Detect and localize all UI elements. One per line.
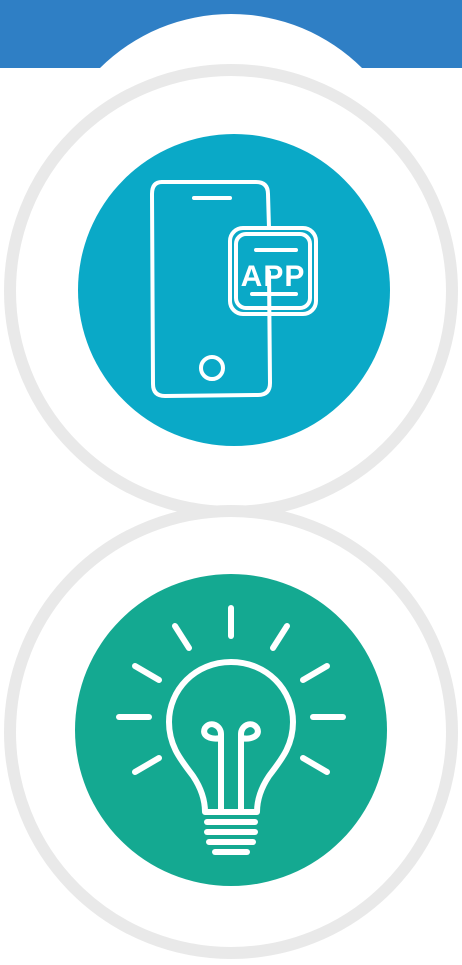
app-tile-label: APP	[241, 260, 306, 293]
lightbulb-icon	[116, 605, 346, 855]
smartphone-app-icon: APP	[150, 180, 318, 398]
page: APP	[0, 0, 462, 965]
